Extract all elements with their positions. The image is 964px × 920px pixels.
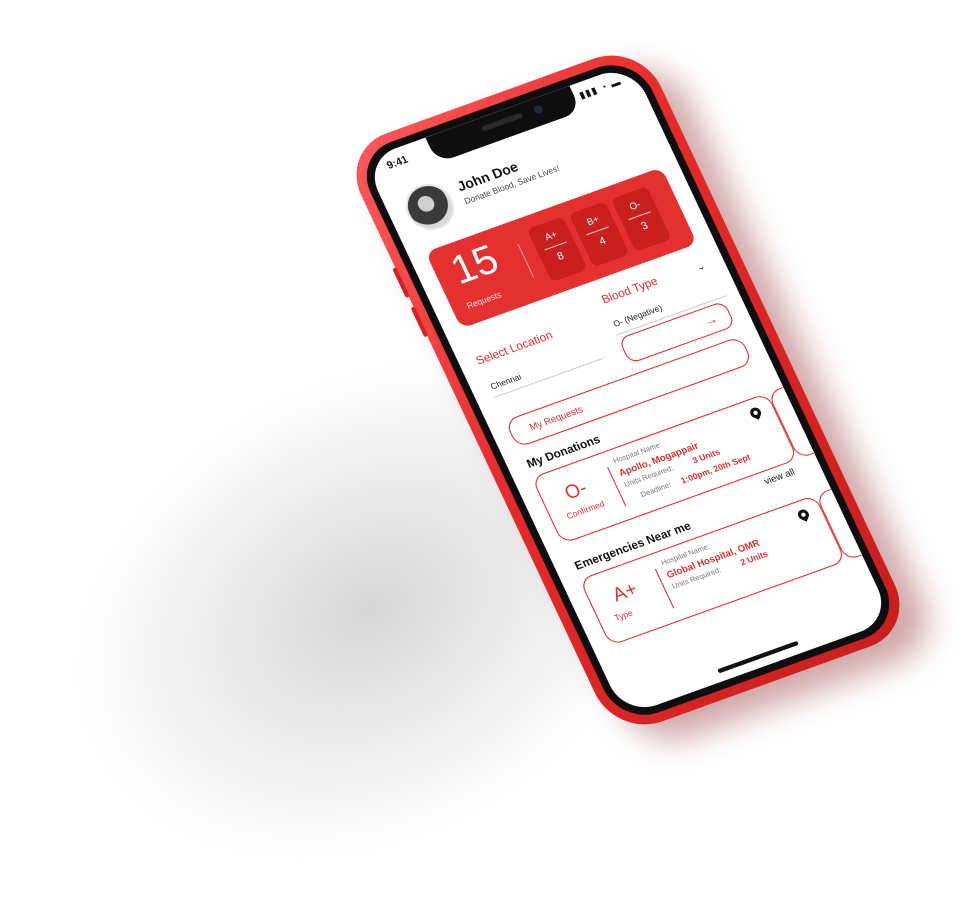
arrow-right-icon: → (701, 311, 721, 330)
chevron-down-icon[interactable]: ⌄ (695, 260, 708, 273)
emergency-type-label: Type (612, 608, 635, 624)
location-pin-icon[interactable] (796, 507, 811, 522)
stage: 9:41 ▮▮▮ ◔ ▬ John Doe Donate Blood, Save… (0, 0, 964, 920)
camera (532, 104, 545, 115)
blood-type-label: A+ (542, 228, 559, 243)
emergency-blood-type: A+ (608, 577, 641, 606)
blood-type-label: B+ (584, 213, 601, 228)
speaker (481, 112, 524, 132)
my-requests-label: My Requests (527, 403, 585, 433)
status-time: 9:41 (385, 154, 411, 173)
stats-divider (517, 243, 535, 278)
requests-count: 15 (444, 237, 506, 294)
blood-type-filter-label: Blood Type (599, 275, 661, 307)
requests-label: Requests (465, 289, 504, 311)
location-label: Select Location (474, 328, 555, 368)
blood-type-label: O- (627, 198, 643, 213)
deadline-label: Deadline: (639, 481, 673, 500)
location-pin-icon[interactable] (748, 405, 763, 420)
donation-blood-type: O- (561, 476, 591, 504)
status-icons: ▮▮▮ ◔ ▬ (577, 76, 624, 101)
avatar[interactable] (397, 177, 462, 237)
